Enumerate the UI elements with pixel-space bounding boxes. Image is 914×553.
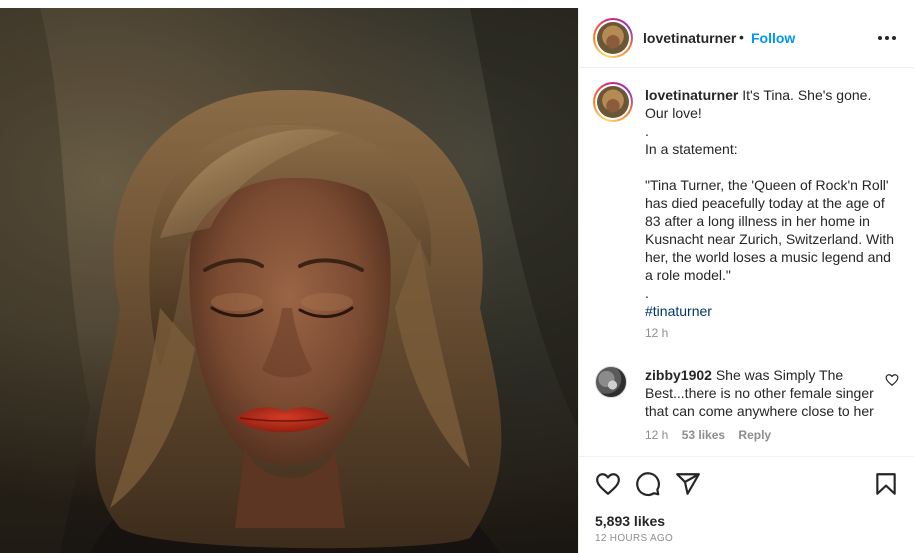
caption-body: It's Tina. She's gone. Our love! . In a … [645, 87, 894, 301]
comment-likes[interactable]: 53 likes [682, 428, 725, 442]
portrait-illustration [0, 8, 578, 553]
avatar-image [597, 22, 629, 54]
author-username[interactable]: lovetinaturner [643, 30, 736, 46]
comment-icon[interactable] [635, 471, 661, 497]
comment-timestamp: 12 h [645, 428, 669, 442]
follow-button[interactable]: Follow [751, 30, 795, 46]
reply-button[interactable]: Reply [738, 428, 771, 442]
caption-avatar[interactable] [593, 82, 633, 122]
likes-count[interactable]: 5,893 likes [595, 513, 665, 529]
caption-text: lovetinaturner It's Tina. She's gone. Ou… [645, 86, 895, 320]
separator-dot: • [739, 29, 744, 45]
post-side-panel: lovetinaturner • Follow lovetinaturner I… [578, 8, 914, 553]
share-icon[interactable] [675, 471, 701, 497]
top-strip [0, 0, 914, 8]
author-avatar[interactable] [593, 18, 633, 58]
post-photo[interactable] [0, 8, 578, 553]
comment-text: zibby1902 She was Simply The Best...ther… [645, 366, 881, 420]
comment-meta: 12 h 53 likes Reply [645, 428, 781, 442]
heart-icon[interactable] [595, 471, 621, 497]
commenter-avatar[interactable] [595, 366, 627, 398]
commenter-username[interactable]: zibby1902 [645, 367, 712, 383]
caption-timestamp: 12 h [645, 326, 669, 340]
more-options-icon[interactable] [875, 26, 899, 50]
comment-like-heart-icon[interactable] [885, 373, 899, 387]
caption-username[interactable]: lovetinaturner [645, 87, 738, 103]
bookmark-icon[interactable] [873, 471, 899, 497]
post-actions: 5,893 likes 12 HOURS AGO [579, 456, 914, 553]
hashtag-link[interactable]: #tinaturner [645, 303, 712, 319]
post-header: lovetinaturner • Follow [579, 8, 914, 68]
avatar-image [597, 86, 629, 118]
post-time-ago: 12 HOURS AGO [595, 533, 674, 544]
